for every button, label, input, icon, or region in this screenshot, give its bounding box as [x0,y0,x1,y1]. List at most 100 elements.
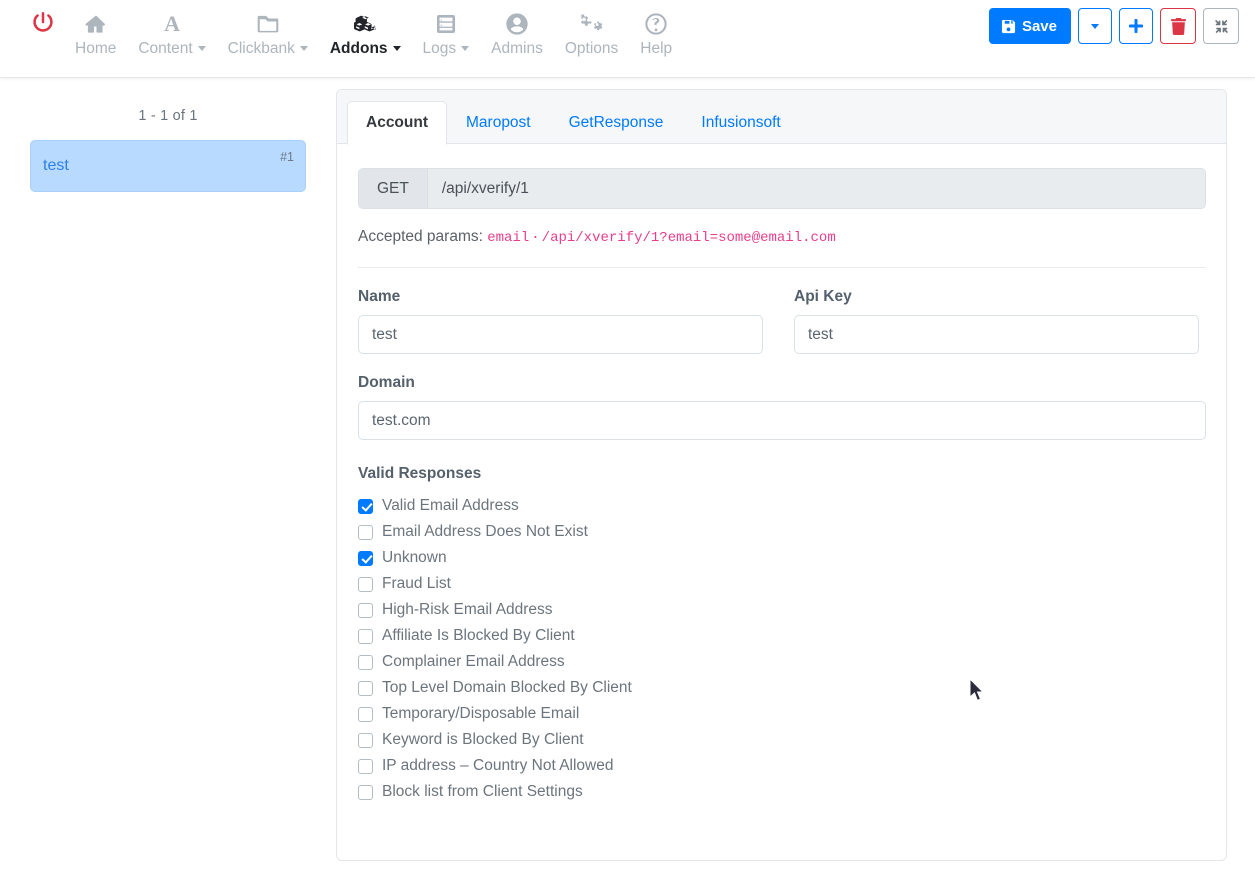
list-item-badge: #1 [280,150,294,164]
chevron-down-icon [300,46,308,51]
accepted-params-example: /api/xverify/1?email=some@email.com [542,230,836,246]
checkbox[interactable] [358,577,373,592]
tab-infusionsoft[interactable]: Infusionsoft [682,101,799,145]
nav-item-power[interactable] [22,8,64,38]
floppy-disk-icon [1001,19,1016,34]
sidebar: 1 - 1 of 1 test #1 [0,78,336,192]
checkbox-row[interactable]: Block list from Client Settings [358,779,1206,805]
nav-item-label: Logs [423,40,470,58]
checkbox-label: Complainer Email Address [382,652,565,672]
card-header: Account Maropost GetResponse Infusionsof… [337,90,1226,144]
checkbox-row[interactable]: Valid Email Address [358,493,1206,519]
checkbox-row[interactable]: Affiliate Is Blocked By Client [358,623,1206,649]
nav-item-content[interactable]: A Content [127,8,216,58]
toolbar-actions: Save [989,8,1239,44]
cubes-icon [354,12,377,36]
power-icon [33,10,53,34]
trash-icon [1171,18,1186,35]
checkbox-label: Valid Email Address [382,496,519,516]
nav-item-admins[interactable]: Admins [480,8,554,58]
form-group-api-key: Api Key [794,288,1199,354]
checkbox[interactable] [358,681,373,696]
save-button[interactable]: Save [989,8,1071,44]
checkbox[interactable] [358,525,373,540]
section-divider [358,267,1206,268]
chevron-down-icon [461,46,469,51]
nav-item-help[interactable]: Help [629,8,683,58]
endpoint-input-group: GET /api/xverify/1 [358,168,1206,209]
tab-getresponse[interactable]: GetResponse [550,101,683,145]
form-group-name: Name [358,288,763,354]
nav-item-label: Admins [491,40,543,58]
checkbox-label: Affiliate Is Blocked By Client [382,626,575,646]
caret-down-icon [1091,24,1099,29]
checkbox-row[interactable]: High-Risk Email Address [358,597,1206,623]
name-field[interactable] [358,315,763,354]
accepted-params-param: email [487,230,529,246]
valid-responses-title: Valid Responses [358,465,1206,483]
checkbox-row[interactable]: Top Level Domain Blocked By Client [358,675,1206,701]
card-body: GET /api/xverify/1 Accepted params: emai… [337,144,1226,825]
checkbox-label: IP address – Country Not Allowed [382,756,613,776]
domain-field[interactable] [358,401,1206,440]
detail-card: Account Maropost GetResponse Infusionsof… [336,89,1227,861]
gears-icon [580,12,603,36]
tab-maropost[interactable]: Maropost [447,101,550,145]
nav-item-label: Content [138,40,205,58]
tab-account[interactable]: Account [347,101,447,145]
valid-responses-list: Valid Email Address Email Address Does N… [358,493,1206,805]
api-key-field[interactable] [794,315,1199,354]
collapse-button[interactable] [1203,8,1239,44]
checkbox[interactable] [358,603,373,618]
nav-item-logs[interactable]: Logs [412,8,481,58]
add-button[interactable] [1119,8,1153,44]
chevron-down-icon [198,46,206,51]
checkbox-label: Top Level Domain Blocked By Client [382,678,632,698]
nav-item-home[interactable]: Home [64,8,127,58]
checkbox[interactable] [358,759,373,774]
endpoint-path-input[interactable]: /api/xverify/1 [428,169,1205,208]
checkbox-row[interactable]: Email Address Does Not Exist [358,519,1206,545]
save-options-dropdown-button[interactable] [1078,8,1112,44]
top-navbar: Home A Content Clickbank Addons Logs [0,0,1255,78]
checkbox-label: High-Risk Email Address [382,600,553,620]
api-key-label: Api Key [794,288,1199,306]
checkbox-row[interactable]: Fraud List [358,571,1206,597]
checkbox-label: Email Address Does Not Exist [382,522,588,542]
user-circle-icon [506,12,528,36]
nav-item-label: Options [565,40,618,58]
form-row-name-apikey: Name Api Key [358,288,1206,354]
accepted-params: Accepted params: email·/api/xverify/1?em… [358,227,1206,248]
checkbox[interactable] [358,655,373,670]
checkbox-row[interactable]: Keyword is Blocked By Client [358,727,1206,753]
nav-item-addons[interactable]: Addons [319,8,412,58]
checkbox[interactable] [358,499,373,514]
nav-item-label: Home [75,40,116,58]
folder-icon [257,12,279,36]
checkbox[interactable] [358,707,373,722]
text-a-icon: A [164,12,180,36]
accepted-params-separator: · [529,230,541,246]
checkbox-row[interactable]: Temporary/Disposable Email [358,701,1206,727]
checkbox-label: Block list from Client Settings [382,782,583,802]
checkbox[interactable] [358,551,373,566]
delete-button[interactable] [1160,8,1196,44]
nav-item-options[interactable]: Options [554,8,629,58]
checkbox-label: Keyword is Blocked By Client [382,730,584,750]
checkbox[interactable] [358,785,373,800]
home-icon [85,12,107,36]
nav-item-clickbank[interactable]: Clickbank [217,8,319,58]
save-button-label: Save [1022,18,1057,35]
nav-item-label: Clickbank [228,40,308,58]
checkbox[interactable] [358,629,373,644]
sidebar-item-test[interactable]: test #1 [30,140,306,192]
checkbox-row[interactable]: Complainer Email Address [358,649,1206,675]
plus-icon [1128,18,1144,34]
checkbox-row[interactable]: Unknown [358,545,1206,571]
chevron-down-icon [393,46,401,51]
checkbox[interactable] [358,733,373,748]
checkbox-row[interactable]: IP address – Country Not Allowed [358,753,1206,779]
list-item-label: test [43,157,69,174]
tab-bar: Account Maropost GetResponse Infusionsof… [347,99,1216,144]
nav-menu: Home A Content Clickbank Addons Logs [22,8,683,58]
